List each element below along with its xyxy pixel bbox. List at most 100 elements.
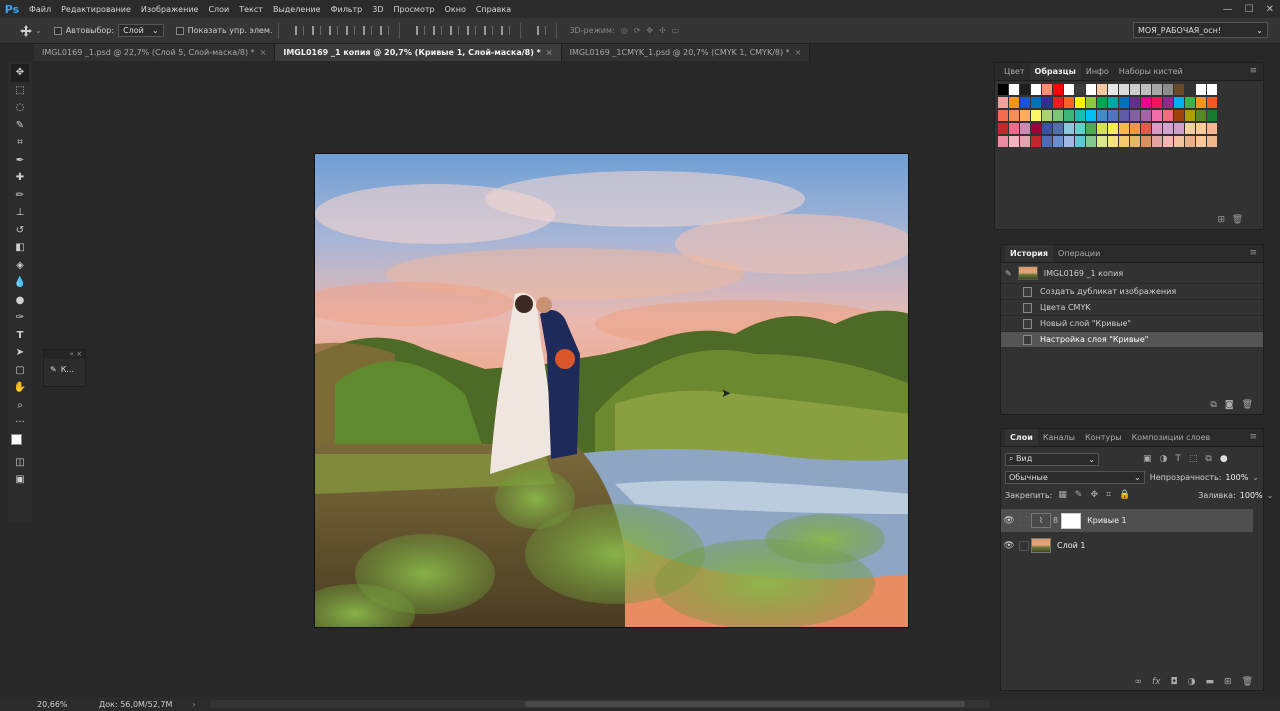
new-adjustment-icon[interactable]: ◑: [1188, 677, 1196, 687]
color-swatch[interactable]: [1097, 84, 1107, 95]
hand-icon[interactable]: ✋: [11, 379, 29, 397]
color-swatch[interactable]: [1064, 123, 1074, 134]
color-swatch[interactable]: [1174, 84, 1184, 95]
panel-menu-icon[interactable]: ≡: [1249, 66, 1257, 76]
color-swatches[interactable]: [10, 432, 30, 454]
show-transform-option[interactable]: Показать упр. элем.: [175, 26, 272, 35]
show-transform-checkbox[interactable]: [175, 26, 184, 35]
lock-all-icon[interactable]: 🔒: [1119, 490, 1130, 500]
color-swatch[interactable]: [1053, 84, 1063, 95]
new-group-icon[interactable]: ▬: [1206, 677, 1215, 687]
close-tab-icon[interactable]: ×: [546, 48, 553, 57]
more-tools-icon[interactable]: ···: [11, 414, 29, 432]
color-swatch[interactable]: [1042, 110, 1052, 121]
color-swatch[interactable]: [1075, 123, 1085, 134]
color-swatch[interactable]: [1119, 110, 1129, 121]
filter-shape-icon[interactable]: ⬚: [1189, 454, 1198, 464]
color-swatch[interactable]: [1130, 110, 1140, 121]
panel-controls[interactable]: « ×: [44, 350, 85, 359]
filter-type-icon[interactable]: T: [1175, 454, 1181, 464]
color-swatch[interactable]: [1031, 84, 1041, 95]
layer-mask-thumbnail[interactable]: [1061, 512, 1082, 529]
color-swatch[interactable]: [1097, 136, 1107, 147]
color-swatch[interactable]: [1152, 123, 1162, 134]
color-swatch[interactable]: [1042, 136, 1052, 147]
tab-history[interactable]: История: [1005, 245, 1054, 262]
color-swatch[interactable]: [1196, 123, 1206, 134]
align-left-icon[interactable]: [346, 26, 356, 35]
menu-window[interactable]: Окно: [440, 5, 471, 14]
zoom-level[interactable]: 20,66%: [37, 700, 99, 709]
color-swatch[interactable]: [998, 97, 1008, 108]
eye-icon[interactable]: 👁: [1001, 541, 1017, 551]
color-swatch[interactable]: [1207, 110, 1217, 121]
pen-icon[interactable]: ✑: [11, 309, 29, 327]
color-swatch[interactable]: [1020, 84, 1030, 95]
distribute-bottom-icon[interactable]: [450, 26, 460, 35]
menu-image[interactable]: Изображение: [136, 5, 204, 14]
color-swatch[interactable]: [1020, 110, 1030, 121]
minimize-icon[interactable]: —: [1223, 4, 1233, 15]
history-item[interactable]: Создать дубликат изображения: [1001, 283, 1263, 299]
lock-artboard-icon[interactable]: ⌗: [1106, 490, 1111, 500]
eraser-icon[interactable]: ◧: [11, 239, 29, 257]
trash-icon[interactable]: 🗑: [1232, 215, 1243, 225]
document-tab-active[interactable]: IMGL0169 _1 копия @ 20,7% (Кривые 1, Сло…: [275, 44, 562, 61]
color-swatch[interactable]: [1152, 84, 1162, 95]
color-swatch[interactable]: [1119, 97, 1129, 108]
color-swatch[interactable]: [1152, 136, 1162, 147]
color-swatch[interactable]: [1108, 110, 1118, 121]
foreground-color[interactable]: [11, 433, 22, 445]
chevron-down-icon[interactable]: ⌄: [1252, 473, 1259, 482]
autoselect-checkbox[interactable]: [53, 26, 62, 35]
history-brush-source-icon[interactable]: ✎: [1005, 269, 1012, 278]
color-swatch[interactable]: [1119, 123, 1129, 134]
color-swatch[interactable]: [1185, 110, 1195, 121]
color-swatch[interactable]: [1163, 97, 1173, 108]
color-swatch[interactable]: [1108, 97, 1118, 108]
menu-help[interactable]: Справка: [471, 5, 516, 14]
color-swatch[interactable]: [1196, 136, 1206, 147]
color-swatch[interactable]: [1141, 136, 1151, 147]
color-swatch[interactable]: [1141, 84, 1151, 95]
distribute-vcenter-icon[interactable]: [433, 26, 443, 35]
tab-layer-comps[interactable]: Композиции слоев: [1127, 429, 1216, 446]
menu-edit[interactable]: Редактирование: [56, 5, 136, 14]
menu-layer[interactable]: Слои: [203, 5, 234, 14]
color-swatch[interactable]: [1053, 97, 1063, 108]
new-document-from-state-icon[interactable]: ⧉: [1210, 400, 1216, 410]
lock-transparency-icon[interactable]: ▦: [1058, 490, 1067, 500]
menu-3d[interactable]: 3D: [367, 5, 388, 14]
color-swatch[interactable]: [1031, 123, 1041, 134]
trash-icon[interactable]: 🗑: [1242, 400, 1253, 410]
color-swatch[interactable]: [1196, 110, 1206, 121]
color-swatch[interactable]: [1141, 110, 1151, 121]
chain-icon[interactable]: 8: [1053, 516, 1058, 525]
tab-layers[interactable]: Слои: [1005, 429, 1038, 446]
color-swatch[interactable]: [1009, 110, 1019, 121]
fill-value[interactable]: 100%: [1240, 491, 1263, 500]
marquee-icon[interactable]: ⬚: [11, 82, 29, 100]
color-swatch[interactable]: [1009, 123, 1019, 134]
auto-align-icon[interactable]: [533, 26, 550, 35]
color-swatch[interactable]: [998, 123, 1008, 134]
tab-swatches[interactable]: Образцы: [1029, 63, 1081, 80]
color-swatch[interactable]: [1086, 84, 1096, 95]
color-swatch[interactable]: [1086, 123, 1096, 134]
filter-adjust-icon[interactable]: ◑: [1160, 454, 1168, 464]
lasso-icon[interactable]: ◌: [11, 99, 29, 117]
lock-pixels-icon[interactable]: ✎: [1075, 490, 1083, 500]
close-tab-icon[interactable]: ×: [795, 48, 802, 57]
menu-view[interactable]: Просмотр: [389, 5, 440, 14]
color-swatch[interactable]: [1042, 123, 1052, 134]
color-swatch[interactable]: [1207, 123, 1217, 134]
distribute-hcenter-icon[interactable]: [484, 26, 494, 35]
screen-mode-icon[interactable]: ▣: [11, 471, 29, 489]
color-swatch[interactable]: [1130, 84, 1140, 95]
bucket-icon[interactable]: ◈: [11, 257, 29, 275]
document-tab[interactable]: IMGL0169 _1CMYK_1.psd @ 20,7% (CMYK 1, C…: [561, 44, 811, 61]
color-swatch[interactable]: [1075, 136, 1085, 147]
color-swatch[interactable]: [1185, 136, 1195, 147]
status-menu-icon[interactable]: ›: [192, 700, 195, 709]
opacity-value[interactable]: 100%: [1225, 473, 1248, 482]
